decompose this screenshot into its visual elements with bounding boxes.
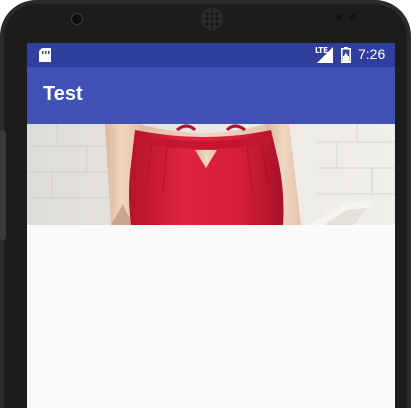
side-volume-button [0,130,6,240]
app-title: Test [43,83,83,105]
status-bar: LTE 7:26 [27,43,395,67]
signal-icon [317,47,333,63]
banner-image [27,124,395,225]
status-clock: 7:26 [358,46,386,62]
battery-icon [341,47,351,63]
phone-frame: LTE 7:26 Test [0,0,411,408]
sim-card-icon [39,48,51,62]
woman-in-red-top-photo [27,124,395,225]
device-screen: LTE 7:26 Test [27,43,395,408]
front-camera [71,13,83,25]
content-area [27,225,395,408]
light-sensor [350,14,356,20]
proximity-sensor [336,14,342,20]
app-bar: Test [27,67,395,124]
earpiece-speaker [201,8,223,30]
